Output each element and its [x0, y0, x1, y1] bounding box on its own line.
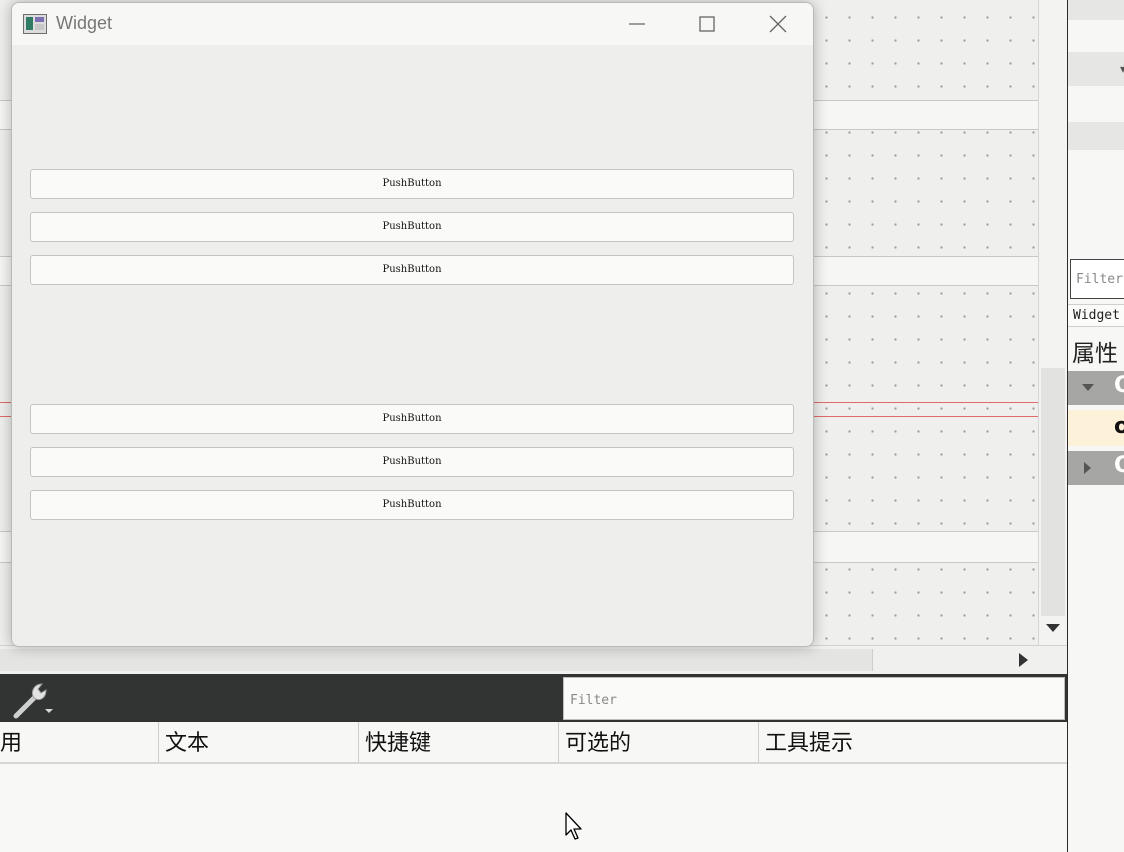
minimize-icon	[629, 23, 645, 25]
panel-row[interactable]	[1068, 52, 1124, 86]
app-window-icon	[23, 14, 47, 34]
group-label: Q	[1114, 373, 1124, 398]
panel-row	[1068, 0, 1124, 20]
expand-right-icon[interactable]	[1084, 462, 1091, 474]
scroll-right-icon[interactable]	[1019, 653, 1028, 667]
column-header-used[interactable]: 用	[0, 722, 158, 762]
widget-window: Widget PushButton PushButton PushButton …	[11, 2, 814, 647]
push-button-1[interactable]: PushButton	[30, 169, 794, 199]
action-filter-input[interactable]	[564, 678, 1050, 719]
push-button-2[interactable]: PushButton	[30, 212, 794, 242]
horizontal-scrollbar[interactable]	[0, 645, 1067, 675]
push-button-3[interactable]: PushButton	[30, 255, 794, 285]
push-button-6[interactable]: PushButton	[30, 490, 794, 520]
push-button-4[interactable]: PushButton	[30, 404, 794, 434]
property-panel: ▾ Filter Widget 属性 Q o Q	[1067, 0, 1124, 852]
action-table-header: 用 文本 快捷键 可选的 工具提示	[0, 722, 1067, 764]
expand-down-icon[interactable]	[1082, 384, 1094, 391]
close-icon	[769, 15, 787, 33]
property-group-row[interactable]: Q	[1068, 371, 1124, 405]
maximize-button[interactable]	[687, 7, 727, 41]
push-button-5[interactable]: PushButton	[30, 447, 794, 477]
wrench-icon[interactable]	[10, 680, 54, 720]
property-column-header: 属性	[1072, 341, 1118, 367]
object-class-label: Widget	[1068, 304, 1124, 327]
property-row[interactable]: o	[1068, 410, 1124, 446]
maximize-icon	[699, 16, 715, 32]
column-header-shortcut[interactable]: 快捷键	[358, 722, 558, 762]
action-filter-field[interactable]	[563, 677, 1065, 720]
column-header-checkable[interactable]: 可选的	[558, 722, 758, 762]
mouse-cursor-icon	[565, 812, 582, 840]
property-label: o	[1114, 414, 1124, 439]
column-header-tooltip[interactable]: 工具提示	[758, 722, 1067, 762]
panel-row[interactable]	[1068, 122, 1124, 150]
vertical-scrollbar[interactable]	[1038, 0, 1068, 645]
close-button[interactable]	[758, 7, 798, 41]
property-group-row[interactable]: Q	[1068, 451, 1124, 485]
chevron-down-icon[interactable]: ▾	[1120, 62, 1124, 76]
scrollbar-thumb[interactable]	[1041, 368, 1065, 616]
title-bar[interactable]: Widget	[12, 3, 813, 45]
minimize-button[interactable]	[617, 7, 657, 41]
scroll-down-icon[interactable]	[1046, 624, 1060, 632]
group-label: Q	[1114, 453, 1124, 478]
column-header-text[interactable]: 文本	[158, 722, 358, 762]
action-table-body[interactable]	[0, 764, 1067, 852]
scrollbar-thumb[interactable]	[0, 649, 873, 671]
property-filter-input[interactable]: Filter	[1070, 259, 1124, 299]
window-title: Widget	[56, 13, 113, 33]
